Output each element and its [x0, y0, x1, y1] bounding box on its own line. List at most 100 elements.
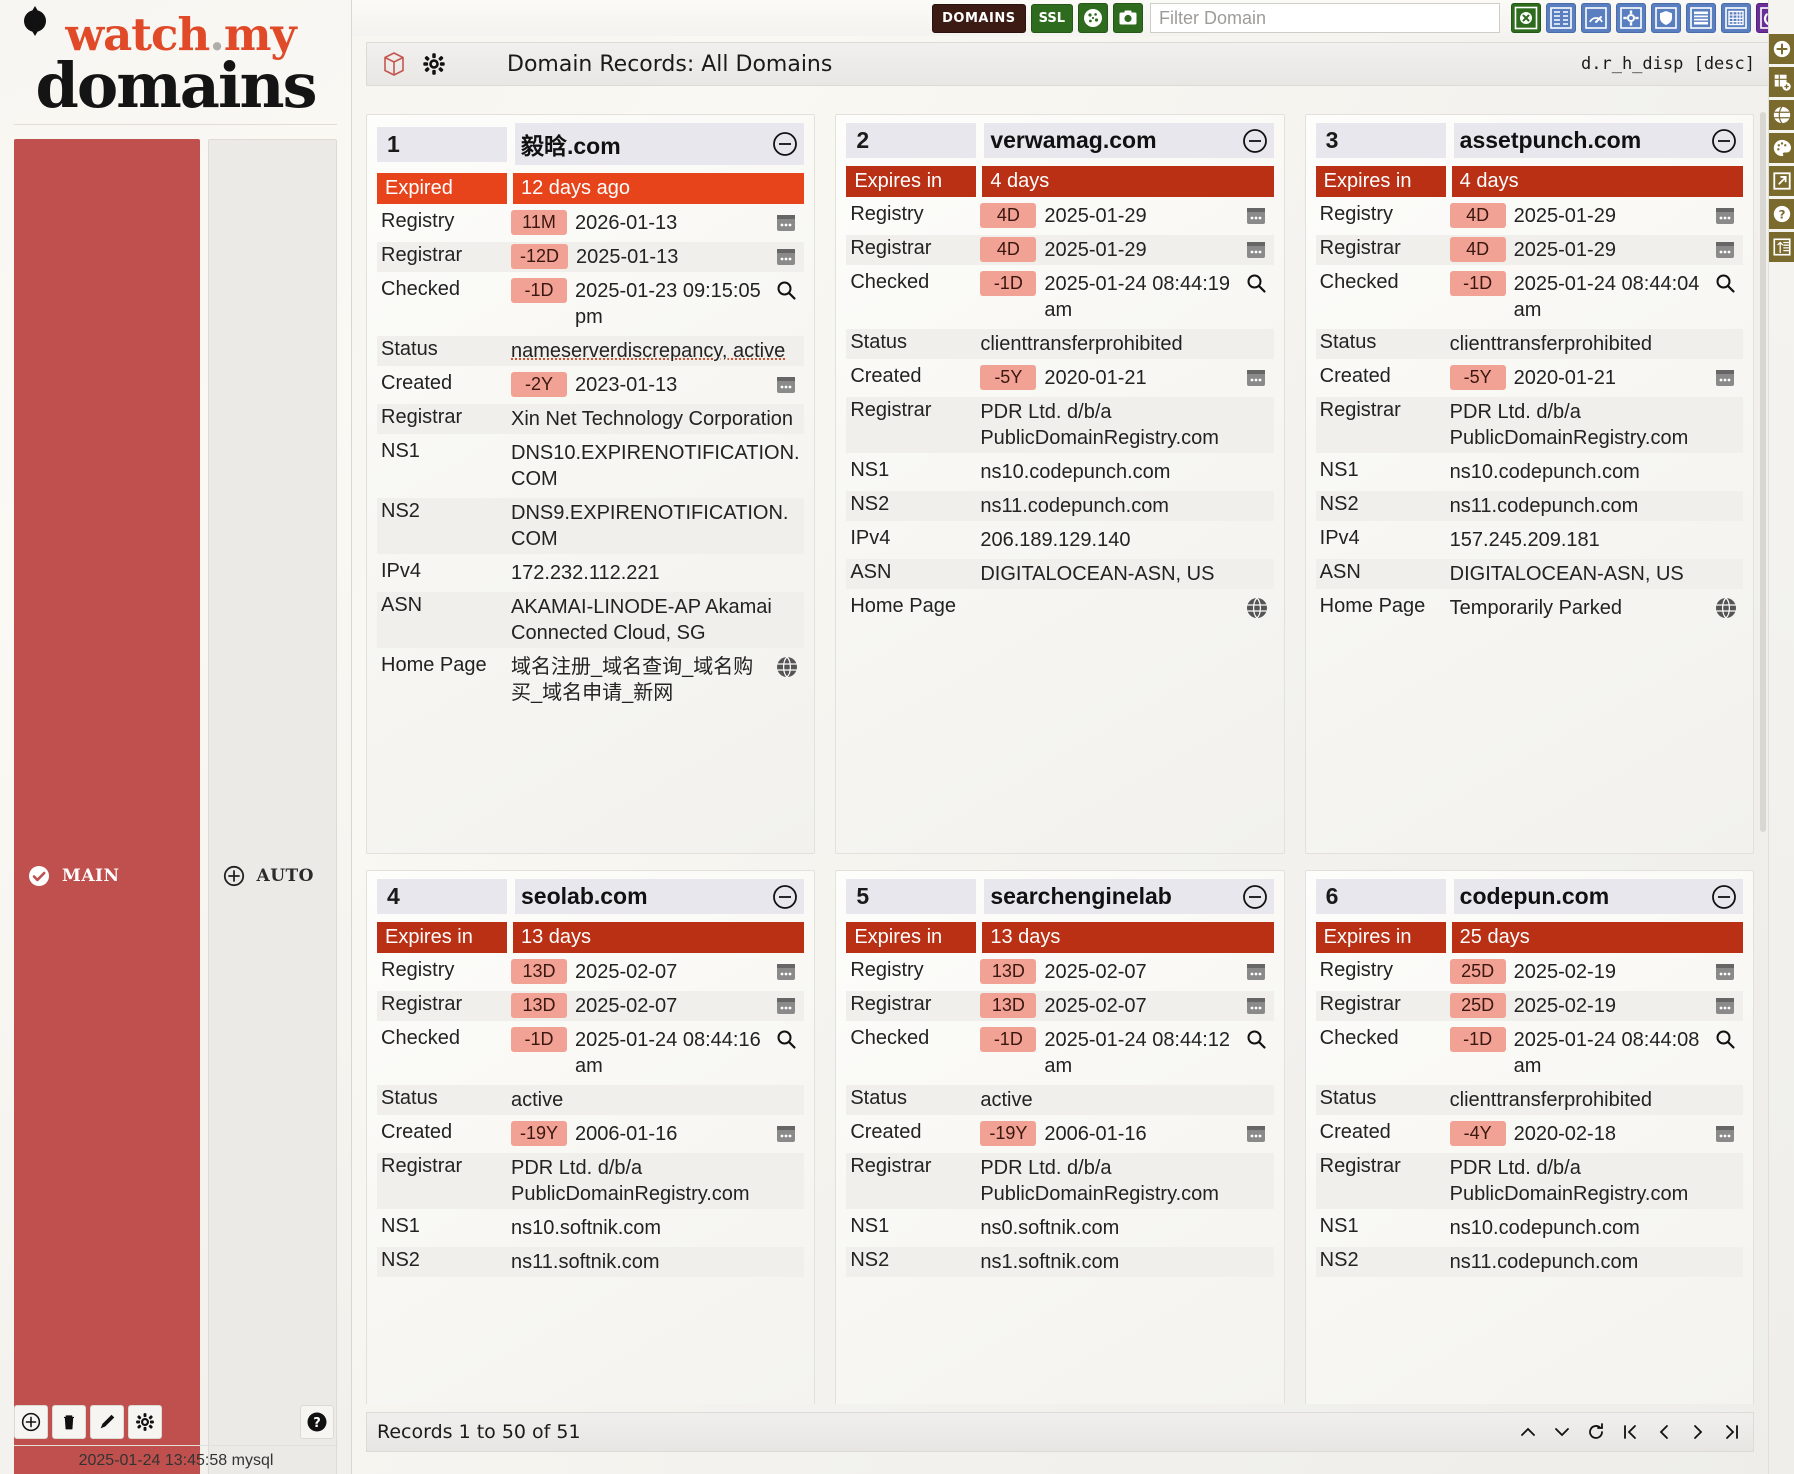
field-label: IPv4	[1319, 527, 1360, 549]
add-table-button[interactable]	[1769, 67, 1794, 97]
calendar-icon[interactable]	[774, 244, 800, 270]
palette-button[interactable]	[1769, 133, 1794, 163]
field-value: clienttransferprohibited	[1445, 1085, 1743, 1115]
tab-auto[interactable]: AUTO	[207, 138, 337, 1474]
search-icon[interactable]	[774, 278, 800, 304]
delete-record-button[interactable]	[52, 1405, 86, 1439]
gear-icon[interactable]	[419, 49, 449, 79]
calendar-icon[interactable]	[1244, 959, 1270, 985]
shield-button[interactable]	[1651, 3, 1681, 33]
chevron-up-icon[interactable]	[1517, 1421, 1539, 1443]
refresh-icon[interactable]	[1585, 1421, 1607, 1443]
calendar-icon[interactable]	[1244, 365, 1270, 391]
globe-icon[interactable]	[1244, 595, 1270, 621]
next-page-icon[interactable]	[1687, 1421, 1709, 1443]
edit-record-button[interactable]	[90, 1405, 124, 1439]
field-value: ns11.softnik.com	[507, 1247, 805, 1277]
dark-mode-toggle-icon[interactable]	[18, 4, 52, 38]
calendar-icon[interactable]	[1244, 203, 1270, 229]
domain-card[interactable]: 5 searchenginelab Expires in 13 days Reg…	[835, 870, 1285, 1404]
list-rows-button[interactable]	[1686, 3, 1716, 33]
search-icon[interactable]	[1713, 271, 1739, 297]
globe-button[interactable]	[1769, 100, 1794, 130]
globe-icon[interactable]	[1713, 595, 1739, 621]
columns-layout-button[interactable]	[1546, 3, 1576, 33]
search-icon[interactable]	[774, 1027, 800, 1053]
last-page-icon[interactable]	[1721, 1421, 1743, 1443]
search-icon[interactable]	[1244, 271, 1270, 297]
card-domain-name[interactable]: codepun.com	[1453, 879, 1743, 914]
gear-square-button[interactable]	[1616, 3, 1646, 33]
add-record-button[interactable]	[14, 1405, 48, 1439]
calendar-icon[interactable]	[774, 993, 800, 1019]
field-label: Registrar	[1315, 235, 1446, 265]
collapse-icon[interactable]	[772, 131, 798, 157]
domain-cards-area: 1 毅晗.com Expired 12 days ago Registry 11…	[352, 108, 1768, 1404]
calendar-icon[interactable]	[1713, 365, 1739, 391]
calendar-icon[interactable]	[1713, 993, 1739, 1019]
search-icon[interactable]	[1713, 1027, 1739, 1053]
box-icon[interactable]	[379, 49, 409, 79]
calendar-icon[interactable]	[1244, 993, 1270, 1019]
calendar-icon[interactable]	[1244, 237, 1270, 263]
card-domain-name[interactable]: seolab.com	[515, 879, 805, 914]
card-domain-name[interactable]: assetpunch.com	[1453, 123, 1743, 158]
domain-card[interactable]: 3 assetpunch.com Expires in 4 days Regis…	[1304, 114, 1754, 854]
calendar-icon[interactable]	[774, 372, 800, 398]
grid-table-button[interactable]	[1721, 3, 1751, 33]
collapse-icon[interactable]	[1711, 884, 1737, 910]
screenshot-button[interactable]	[1113, 3, 1143, 33]
globe-icon[interactable]	[774, 654, 800, 680]
collapse-icon[interactable]	[1711, 128, 1737, 154]
collapse-icon[interactable]	[1242, 128, 1268, 154]
pencil-icon	[97, 1412, 117, 1432]
calendar-icon[interactable]	[774, 959, 800, 985]
vertical-scrollbar[interactable]	[1760, 112, 1766, 832]
domains-button[interactable]: DOMAINS	[932, 3, 1026, 33]
domain-card[interactable]: 1 毅晗.com Expired 12 days ago Registry 11…	[366, 114, 816, 854]
date-text: 2025-01-23 09:15:05 pm	[575, 280, 761, 328]
field-home-page: Home Page	[846, 591, 1273, 625]
first-page-icon[interactable]	[1619, 1421, 1641, 1443]
settings-button[interactable]	[128, 1405, 162, 1439]
calendar-icon[interactable]	[774, 210, 800, 236]
calendar-icon[interactable]	[1244, 1121, 1270, 1147]
calendar-icon[interactable]	[1713, 203, 1739, 229]
import-export-button[interactable]	[1769, 232, 1794, 262]
domain-card[interactable]: 6 codepun.com Expires in 25 days Registr…	[1304, 870, 1754, 1404]
calendar-icon[interactable]	[1713, 1121, 1739, 1147]
clear-filter-button[interactable]	[1511, 3, 1541, 33]
add-circle-button[interactable]	[1769, 34, 1794, 64]
speed-gauge-button[interactable]	[1581, 3, 1611, 33]
card-domain-name[interactable]: searchenginelab	[984, 879, 1274, 914]
calendar-icon[interactable]	[774, 1121, 800, 1147]
field-status: Status active	[846, 1083, 1274, 1117]
ssl-button[interactable]: SSL	[1030, 3, 1073, 33]
search-icon[interactable]	[1244, 1027, 1270, 1053]
search-input[interactable]	[1150, 3, 1500, 33]
delta-chip: -1D	[1449, 1027, 1506, 1052]
field-label: NS1	[381, 440, 420, 462]
calendar-icon[interactable]	[1713, 237, 1739, 263]
gear-square-icon	[1619, 6, 1643, 30]
tab-main[interactable]: MAIN	[14, 138, 200, 1474]
prev-page-icon[interactable]	[1653, 1421, 1675, 1443]
collapse-icon[interactable]	[1242, 884, 1268, 910]
card-domain-name[interactable]: verwamag.com	[984, 123, 1274, 158]
field-value: PDR Ltd. d/b/a PublicDomainRegistry.com	[1445, 1153, 1743, 1209]
chevron-down-icon[interactable]	[1551, 1421, 1573, 1443]
calendar-icon[interactable]	[1713, 959, 1739, 985]
cookie-button[interactable]	[1078, 3, 1108, 33]
sort-indicator[interactable]: d.r_h_disp [desc]	[1581, 54, 1767, 74]
card-domain-name[interactable]: 毅晗.com	[515, 123, 805, 165]
field-value: 域名注册_域名查询_域名购买_域名申请_新网	[507, 652, 804, 708]
external-link-button[interactable]	[1769, 166, 1794, 196]
help-button[interactable]: ?	[1769, 199, 1794, 229]
help-button[interactable]: ?	[300, 1405, 334, 1439]
expiry-label: Expires in	[846, 922, 977, 953]
collapse-icon[interactable]	[772, 884, 798, 910]
field-registrar-name: Registrar PDR Ltd. d/b/a PublicDomainReg…	[377, 1151, 805, 1211]
rail-spacer	[1769, 0, 1794, 34]
domain-card[interactable]: 2 verwamag.com Expires in 4 days Registr…	[835, 114, 1285, 854]
domain-card[interactable]: 4 seolab.com Expires in 13 days Registry…	[366, 870, 816, 1404]
